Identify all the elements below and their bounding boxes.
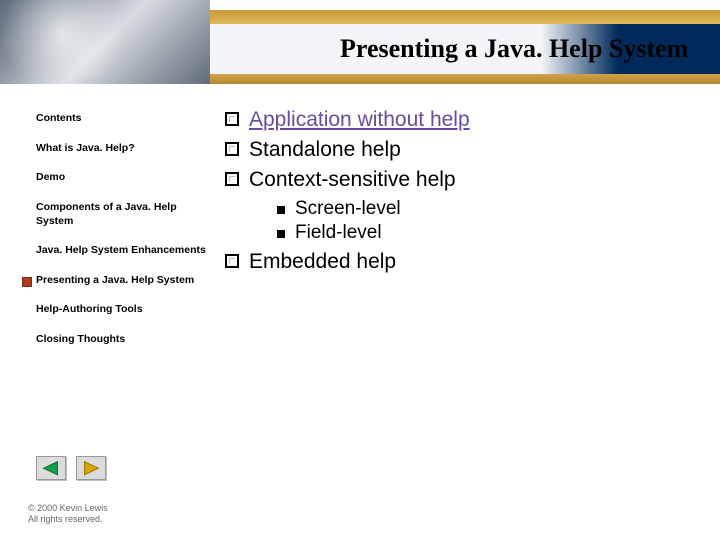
footer-rights: All rights reserved. bbox=[28, 514, 108, 526]
bullet-item: Embedded help bbox=[225, 250, 700, 274]
sidebar-item-components[interactable]: Components of a Java. Help System bbox=[36, 201, 206, 228]
slide-title: Presenting a Java. Help System bbox=[340, 34, 688, 64]
sidebar-item-presenting[interactable]: Presenting a Java. Help System bbox=[36, 274, 206, 288]
bullet-text: Context-sensitive help bbox=[249, 168, 456, 192]
prev-button[interactable] bbox=[36, 456, 66, 480]
title-box: Presenting a Java. Help System bbox=[210, 24, 720, 74]
header-band: Presenting a Java. Help System bbox=[0, 0, 720, 84]
sub-list: Screen-level Field-level bbox=[277, 198, 700, 244]
bullet-text: Standalone help bbox=[249, 138, 401, 162]
footer: © 2000 Kevin Lewis All rights reserved. bbox=[28, 503, 108, 526]
checkbox-icon bbox=[225, 172, 239, 186]
sidebar: Contents What is Java. Help? Demo Compon… bbox=[36, 112, 206, 363]
arrow-left-icon bbox=[37, 457, 65, 479]
sidebar-item-label: Help-Authoring Tools bbox=[36, 303, 143, 315]
checkbox-icon bbox=[225, 254, 239, 268]
bullet-text: Embedded help bbox=[249, 250, 396, 274]
sidebar-item-what-is[interactable]: What is Java. Help? bbox=[36, 142, 206, 156]
sub-item: Screen-level bbox=[277, 198, 700, 220]
slide: Presenting a Java. Help System Contents … bbox=[0, 0, 720, 540]
sub-text: Screen-level bbox=[295, 198, 401, 220]
header-photo-shade bbox=[0, 0, 210, 84]
content-area: Application without help Standalone help… bbox=[225, 108, 700, 280]
nav-arrows bbox=[36, 456, 106, 480]
sidebar-item-label: Demo bbox=[36, 171, 65, 183]
sidebar-item-label: Java. Help System Enhancements bbox=[36, 244, 206, 256]
square-bullet-icon bbox=[277, 206, 285, 214]
checkbox-icon bbox=[225, 142, 239, 156]
footer-copyright: © 2000 Kevin Lewis bbox=[28, 503, 108, 515]
next-button[interactable] bbox=[76, 456, 106, 480]
sidebar-item-closing[interactable]: Closing Thoughts bbox=[36, 333, 206, 347]
bullet-item: Application without help bbox=[225, 108, 700, 132]
bullet-item: Standalone help bbox=[225, 138, 700, 162]
bullet-link-application-without-help[interactable]: Application without help bbox=[249, 108, 470, 132]
sidebar-item-label: Closing Thoughts bbox=[36, 333, 125, 345]
sidebar-item-authoring[interactable]: Help-Authoring Tools bbox=[36, 303, 206, 317]
checkbox-icon bbox=[225, 112, 239, 126]
sidebar-item-demo[interactable]: Demo bbox=[36, 171, 206, 185]
sub-text: Field-level bbox=[295, 222, 382, 244]
arrow-right-icon bbox=[77, 457, 105, 479]
sub-item: Field-level bbox=[277, 222, 700, 244]
sidebar-item-label: Contents bbox=[36, 112, 82, 124]
sidebar-item-enhancements[interactable]: Java. Help System Enhancements bbox=[36, 244, 206, 258]
square-bullet-icon bbox=[277, 230, 285, 238]
bullet-item: Context-sensitive help bbox=[225, 168, 700, 192]
sidebar-item-label: Components of a Java. Help System bbox=[36, 201, 177, 227]
sidebar-item-contents[interactable]: Contents bbox=[36, 112, 206, 126]
sidebar-item-label: What is Java. Help? bbox=[36, 142, 135, 154]
sidebar-item-label: Presenting a Java. Help System bbox=[36, 274, 194, 286]
